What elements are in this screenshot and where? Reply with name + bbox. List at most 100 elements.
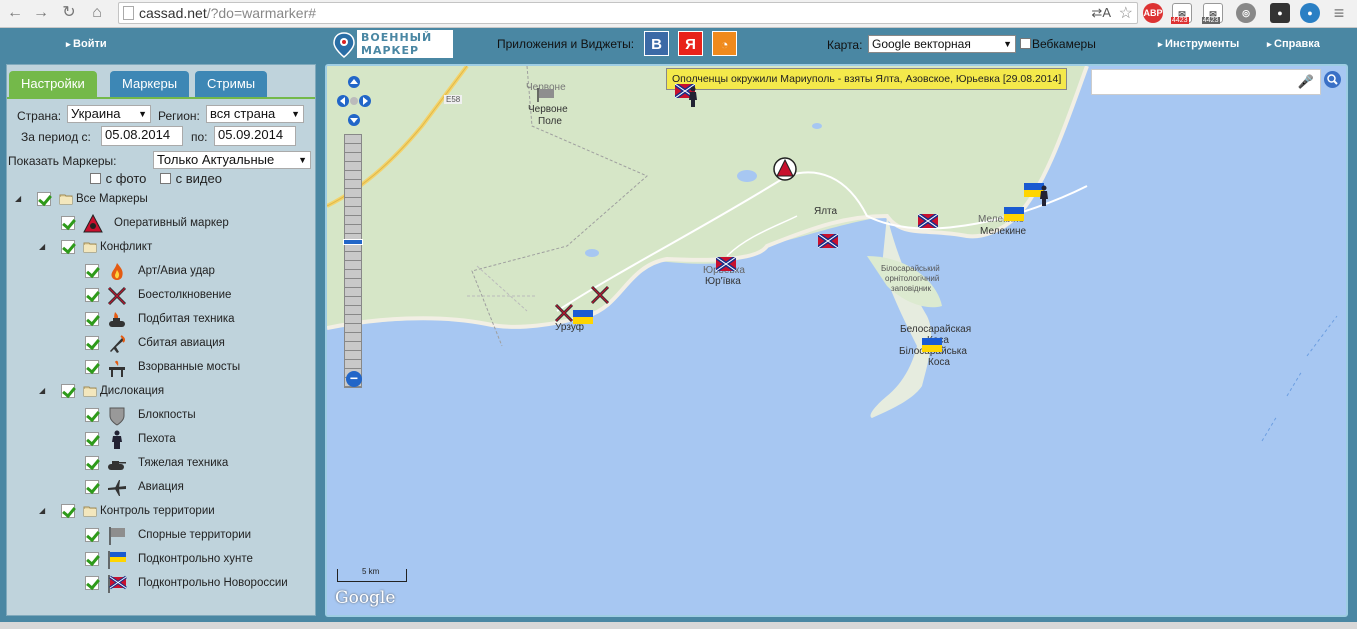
tree-checkbox[interactable] bbox=[37, 192, 51, 206]
novorossiya-flag-icon[interactable] bbox=[818, 234, 838, 248]
site-header: Войти ВОЕННЫЙ МАРКЕР Приложения и Виджет… bbox=[0, 28, 1357, 61]
home-icon[interactable]: ⌂ bbox=[88, 4, 106, 22]
soldier-icon[interactable] bbox=[1038, 185, 1050, 207]
with-photo-checkbox[interactable] bbox=[90, 173, 101, 184]
tree-row-13[interactable]: ◢ Контроль территории bbox=[7, 501, 307, 523]
microphone-icon[interactable]: 🎤 bbox=[1298, 74, 1314, 90]
tree-checkbox[interactable] bbox=[85, 288, 99, 302]
tree-toggle-icon[interactable]: ◢ bbox=[39, 386, 45, 395]
tab-streams[interactable]: Стримы bbox=[195, 71, 268, 97]
tree-checkbox[interactable] bbox=[85, 432, 99, 446]
show-markers-select[interactable]: Только Актуальные ▼ bbox=[153, 151, 311, 169]
reload-icon[interactable]: ↻ bbox=[60, 4, 78, 22]
crossed-guns-icon[interactable] bbox=[589, 284, 611, 306]
tree-row-16[interactable]: Подконтрольно Новороссии bbox=[7, 573, 307, 595]
tree-checkbox[interactable] bbox=[61, 240, 75, 254]
tree-row-1[interactable]: Оперативный маркер bbox=[7, 213, 307, 235]
map-type-select[interactable]: Google векторная ▼ bbox=[868, 35, 1016, 53]
back-icon[interactable]: ← bbox=[6, 4, 24, 22]
tree-checkbox[interactable] bbox=[85, 480, 99, 494]
tree-checkbox[interactable] bbox=[85, 360, 99, 374]
fire-icon bbox=[107, 262, 127, 282]
menu-icon[interactable]: ≡ bbox=[1330, 4, 1348, 22]
tree-toggle-icon[interactable]: ◢ bbox=[39, 242, 45, 251]
vk-icon[interactable]: В bbox=[644, 31, 669, 56]
tree-row-15[interactable]: Подконтрольно хунте bbox=[7, 549, 307, 571]
forward-icon[interactable]: → bbox=[32, 4, 50, 22]
novorossiya-flag-icon[interactable] bbox=[918, 214, 938, 228]
map-search-input[interactable]: 🎤 bbox=[1091, 69, 1321, 95]
tree-row-9[interactable]: Блокпосты bbox=[7, 405, 307, 427]
tree-checkbox[interactable] bbox=[85, 312, 99, 326]
url-host: cassad.net bbox=[139, 5, 207, 21]
crossed-guns-icon[interactable] bbox=[553, 302, 575, 324]
ukraine-flag-icon[interactable] bbox=[922, 338, 942, 352]
extension-circle-icon[interactable]: ● bbox=[1300, 3, 1320, 23]
apps-label: Приложения и Виджеты: bbox=[497, 37, 635, 51]
help-link[interactable]: Справка bbox=[1267, 38, 1320, 50]
adblock-icon[interactable]: ABP bbox=[1143, 3, 1163, 23]
tree-row-12[interactable]: Авиация bbox=[7, 477, 307, 499]
tree-row-11[interactable]: Тяжелая техника bbox=[7, 453, 307, 475]
tree-checkbox[interactable] bbox=[85, 408, 99, 422]
zoom-out-button[interactable]: − bbox=[346, 371, 362, 387]
pan-control[interactable] bbox=[337, 76, 371, 126]
grey-flag-icon[interactable] bbox=[536, 88, 556, 102]
news-tooltip[interactable]: Ополченцы окружили Мариуполь - взяты Ялт… bbox=[666, 68, 1068, 90]
address-bar[interactable]: cassad.net/?do=warmarker# ⇄A ☆ bbox=[118, 2, 1138, 24]
tree-row-4[interactable]: Боестолкновение bbox=[7, 285, 307, 307]
map-view[interactable]: Ополченцы окружили Мариуполь - взяты Ялт… bbox=[325, 64, 1348, 617]
zoom-handle[interactable] bbox=[343, 239, 363, 245]
rss-icon[interactable]: ◔ bbox=[712, 31, 737, 56]
reserve-label: заповідник bbox=[891, 284, 931, 293]
webcams-toggle[interactable]: Вебкамеры bbox=[1020, 37, 1096, 51]
yandex-icon[interactable]: Я bbox=[678, 31, 703, 56]
tools-link[interactable]: Инструменты bbox=[1158, 38, 1239, 50]
tree-checkbox[interactable] bbox=[61, 504, 75, 518]
with-video-checkbox[interactable] bbox=[160, 173, 171, 184]
operative-marker-icon[interactable] bbox=[773, 157, 797, 181]
search-icon[interactable] bbox=[1324, 71, 1341, 88]
country-select[interactable]: Украина ▼ bbox=[67, 105, 151, 123]
tree-checkbox[interactable] bbox=[61, 384, 75, 398]
novorossiya-flag-icon[interactable] bbox=[716, 257, 736, 271]
tree-row-2[interactable]: ◢ Конфликт bbox=[7, 237, 307, 259]
zoom-slider[interactable] bbox=[343, 134, 363, 388]
date-to-input[interactable]: 05.09.2014 bbox=[214, 126, 296, 146]
tab-markers[interactable]: Маркеры bbox=[110, 71, 190, 97]
ukraine-flag-icon[interactable] bbox=[1004, 207, 1024, 221]
with-photo-option[interactable]: с фото bbox=[90, 171, 146, 186]
tab-settings[interactable]: Настройки bbox=[9, 71, 97, 97]
with-video-option[interactable]: с видео bbox=[160, 171, 222, 186]
tree-row-5[interactable]: Подбитая техника bbox=[7, 309, 307, 331]
tree-row-10[interactable]: Пехота bbox=[7, 429, 307, 451]
date-from-input[interactable]: 05.08.2014 bbox=[101, 126, 183, 146]
map-canvas[interactable] bbox=[327, 66, 1348, 617]
translate-icon[interactable]: ⇄A bbox=[1091, 5, 1111, 21]
star-icon[interactable]: ☆ bbox=[1119, 3, 1133, 23]
tree-checkbox[interactable] bbox=[85, 336, 99, 350]
tree-checkbox[interactable] bbox=[61, 216, 75, 230]
tree-checkbox[interactable] bbox=[85, 552, 99, 566]
tree-checkbox[interactable] bbox=[85, 576, 99, 590]
tree-row-7[interactable]: Взорванные мосты bbox=[7, 357, 307, 379]
tree-row-14[interactable]: Спорные территории bbox=[7, 525, 307, 547]
operative-icon bbox=[83, 213, 103, 234]
tree-row-6[interactable]: Сбитая авиация bbox=[7, 333, 307, 355]
tree-checkbox[interactable] bbox=[85, 456, 99, 470]
film-reel-icon[interactable]: ◎ bbox=[1236, 3, 1256, 23]
extension-icon[interactable]: ● bbox=[1270, 3, 1290, 23]
tree-checkbox[interactable] bbox=[85, 528, 99, 542]
tree-row-8[interactable]: ◢ Дислокация bbox=[7, 381, 307, 403]
tree-row-0[interactable]: ◢ Все Маркеры bbox=[7, 189, 307, 211]
tree-checkbox[interactable] bbox=[85, 264, 99, 278]
tree-toggle-icon[interactable]: ◢ bbox=[15, 194, 21, 203]
soldier-icon[interactable] bbox=[687, 86, 699, 108]
tree-toggle-icon[interactable]: ◢ bbox=[39, 506, 45, 515]
tree-row-3[interactable]: Арт/Авиа удар bbox=[7, 261, 307, 283]
reserve-label: Білосарайський bbox=[881, 264, 940, 273]
region-select[interactable]: вся страна ▼ bbox=[206, 105, 304, 123]
login-link[interactable]: Войти bbox=[66, 38, 107, 50]
webcams-checkbox[interactable] bbox=[1020, 38, 1031, 49]
ukraine-flag-icon[interactable] bbox=[573, 310, 593, 324]
